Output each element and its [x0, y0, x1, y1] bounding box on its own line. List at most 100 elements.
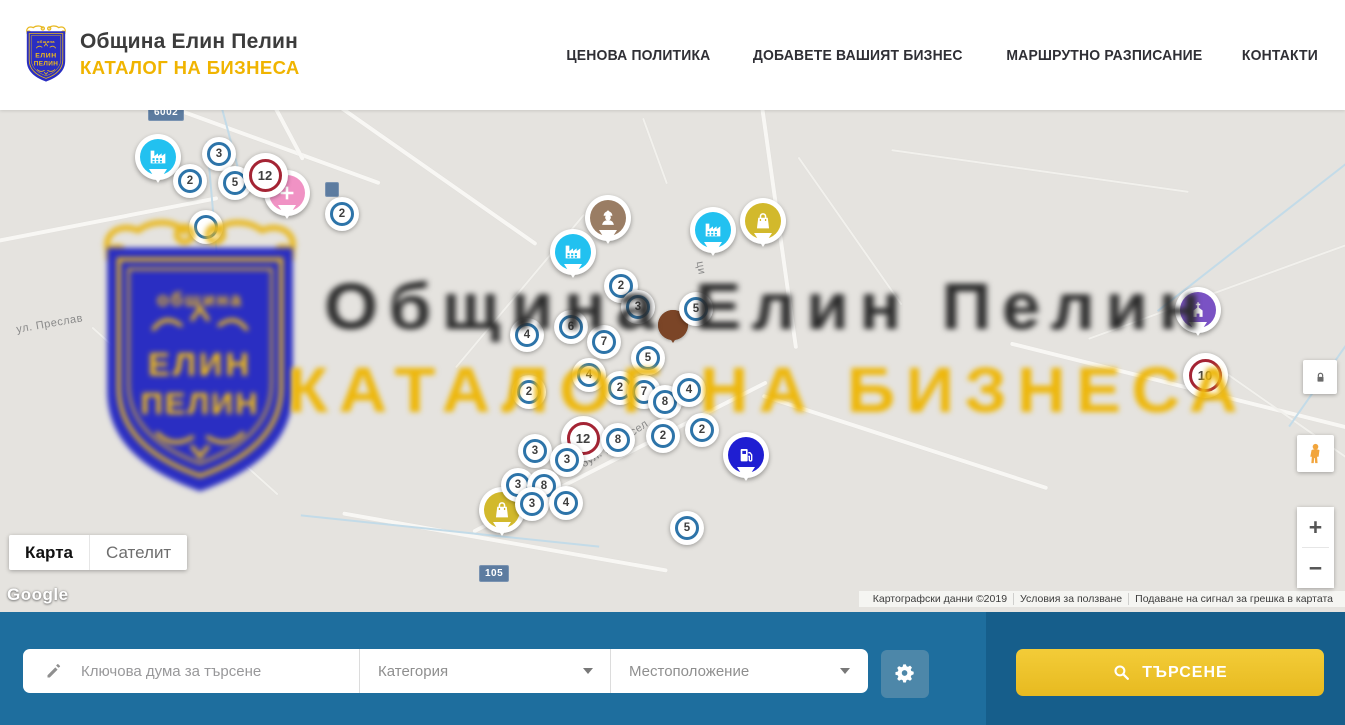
search-icon — [1112, 663, 1131, 682]
cluster-marker-3[interactable]: 3 — [621, 290, 655, 324]
cluster-marker-3[interactable]: 3 — [515, 487, 549, 521]
map-canvas[interactable]: ул. Преславбул. „Новоселци6002105 325122… — [0, 110, 1345, 612]
search-panel: ТЪРСЕНЕ — [986, 612, 1345, 725]
cluster-count: 3 — [207, 142, 231, 166]
road-shield: 6002 — [148, 110, 184, 121]
main-nav: ЦЕНОВА ПОЛИТИКА ДОБАВЕТЕ ВАШИЯТ БИЗНЕС МАР… — [561, 0, 1321, 110]
keyword-input[interactable] — [79, 662, 329, 681]
site-subtitle: КАТАЛОГ НА БИЗНЕСА — [80, 57, 300, 79]
road-line — [798, 157, 903, 306]
cluster-marker-2[interactable]: 2 — [173, 164, 207, 198]
fuel-icon — [728, 437, 764, 473]
pin-marker-factory[interactable] — [690, 207, 736, 253]
attribution-report-link[interactable]: Подаване на сигнал за грешка в картата — [1128, 593, 1339, 605]
road-line — [762, 394, 1049, 491]
brand[interactable]: Община Елин Пелин КАТАЛОГ НА БИЗНЕСА — [22, 23, 300, 85]
cluster-count: 12 — [249, 159, 282, 192]
nav-item-3[interactable]: МАРШРУТНО РАЗПИСАНИЕ — [1007, 47, 1203, 64]
factory-icon — [140, 139, 176, 175]
pin-marker-shopping-bag[interactable] — [740, 198, 786, 244]
cluster-count: 3 — [555, 448, 579, 472]
pin-marker-church[interactable] — [1175, 287, 1221, 333]
search-button-label: ТЪРСЕНЕ — [1142, 664, 1227, 682]
cluster-count: 4 — [515, 323, 539, 347]
google-logo[interactable]: Google — [7, 585, 69, 605]
road-line — [642, 118, 668, 184]
settings-button[interactable] — [881, 650, 929, 698]
cluster-count: 2 — [517, 380, 541, 404]
cluster-marker-2[interactable]: 2 — [325, 197, 359, 231]
map-attribution: Картографски данни ©2019 Условия за полз… — [859, 591, 1345, 607]
lock-button[interactable] — [1303, 360, 1337, 394]
nav-item-1[interactable]: ЦЕНОВА ПОЛИТИКА — [567, 47, 711, 64]
keyword-section[interactable] — [23, 649, 360, 693]
cluster-count: 2 — [178, 169, 202, 193]
church-icon — [1180, 292, 1216, 328]
cluster-marker-3[interactable]: 3 — [518, 434, 552, 468]
map-type-satellite-button[interactable]: Сателит — [89, 535, 187, 570]
cluster-marker-3[interactable]: 3 — [550, 443, 584, 477]
site-title: Община Елин Пелин — [80, 30, 300, 54]
road-shield: 105 — [479, 565, 509, 582]
road-line — [891, 149, 1188, 193]
factory-icon — [555, 234, 591, 270]
shopping-bag-icon — [745, 203, 781, 239]
caret-down-icon — [840, 668, 850, 674]
pegman-button[interactable] — [1297, 435, 1334, 472]
cluster-count: 6 — [559, 315, 583, 339]
watermark-title: Община Елин Пелин — [161, 268, 1345, 344]
header: Община Елин Пелин КАТАЛОГ НА БИЗНЕСА ЦЕН… — [0, 0, 1345, 110]
road-line — [1088, 242, 1345, 340]
pin-marker-factory[interactable] — [550, 229, 596, 275]
cluster-marker-5[interactable]: 5 — [679, 292, 713, 326]
nav-item-4[interactable]: КОНТАКТИ — [1242, 47, 1318, 64]
cluster-marker-5[interactable]: 5 — [670, 511, 704, 545]
pin-marker-fuel[interactable] — [723, 432, 769, 478]
cluster-count — [194, 215, 218, 239]
location-dropdown[interactable]: Местоположение — [611, 649, 867, 693]
category-dropdown[interactable]: Категория — [360, 649, 611, 693]
search-button[interactable]: ТЪРСЕНЕ — [1016, 649, 1324, 696]
cluster-marker-4[interactable]: 4 — [510, 318, 544, 352]
waterway-line — [1157, 150, 1345, 312]
pin-marker-worker[interactable] — [585, 195, 631, 241]
cluster-count: 3 — [626, 295, 650, 319]
cluster-marker-2[interactable]: 2 — [685, 413, 719, 447]
cluster-marker-4[interactable]: 4 — [549, 486, 583, 520]
cluster-marker-10[interactable]: 10 — [1183, 353, 1228, 398]
brand-text: Община Елин Пелин КАТАЛОГ НА БИЗНЕСА — [80, 30, 300, 79]
cluster-marker-5[interactable]: 5 — [631, 341, 665, 375]
zoom-in-button[interactable]: + — [1297, 507, 1334, 547]
cluster-count: 2 — [651, 424, 675, 448]
road-line — [0, 196, 218, 244]
cluster-marker-12[interactable]: 12 — [243, 153, 288, 198]
cluster-marker[interactable] — [189, 210, 223, 244]
cluster-marker-7[interactable]: 7 — [587, 325, 621, 359]
cluster-count: 5 — [675, 516, 699, 540]
pegman-icon — [1303, 441, 1328, 467]
gear-icon — [892, 660, 918, 689]
cluster-marker-6[interactable]: 6 — [554, 310, 588, 344]
cluster-marker-4[interactable]: 4 — [672, 373, 706, 407]
cluster-marker-8[interactable]: 8 — [601, 423, 635, 457]
cluster-count: 3 — [523, 439, 547, 463]
attribution-terms-link[interactable]: Условия за ползване — [1013, 593, 1128, 605]
cluster-marker-4[interactable]: 4 — [572, 358, 606, 392]
map-type-map-button[interactable]: Карта — [9, 535, 89, 570]
cluster-count: 3 — [520, 492, 544, 516]
nav-item-2[interactable]: ДОБАВЕТЕ ВАШИЯТ БИЗНЕС — [753, 47, 963, 64]
search-pill: Категория Местоположение — [23, 649, 868, 693]
cluster-marker-2[interactable]: 2 — [512, 375, 546, 409]
cluster-count: 7 — [592, 330, 616, 354]
street-label: ул. Преслав — [15, 312, 83, 336]
road-shield — [325, 182, 339, 197]
page: Община Елин Пелин КАТАЛОГ НА БИЗНЕСА ЦЕН… — [0, 0, 1345, 725]
cluster-count: 5 — [636, 346, 660, 370]
map-type-control: Карта Сателит — [9, 535, 187, 570]
worker-icon — [590, 200, 626, 236]
waterway-line — [301, 514, 600, 547]
pencil-icon — [44, 661, 64, 681]
cluster-count: 5 — [684, 297, 708, 321]
zoom-out-button[interactable]: − — [1297, 548, 1334, 588]
cluster-marker-2[interactable]: 2 — [646, 419, 680, 453]
